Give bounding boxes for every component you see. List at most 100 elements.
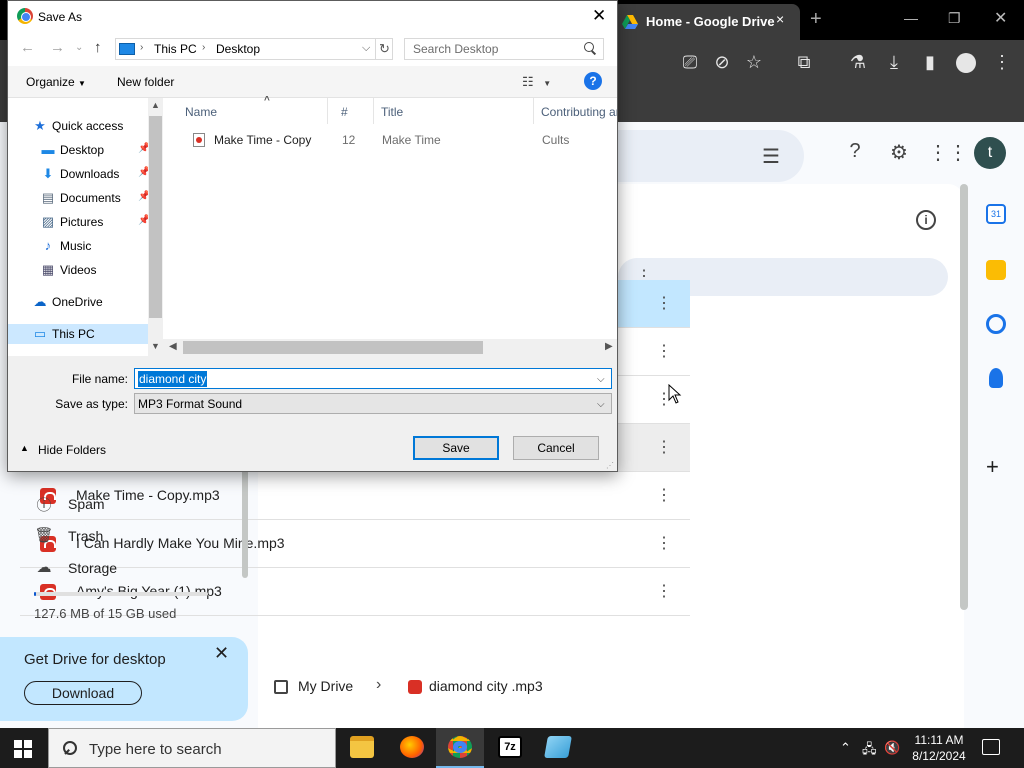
horizontal-scroll-thumb[interactable] [183, 341, 483, 354]
download-icon[interactable]: ⤓ [882, 50, 906, 74]
horizontal-scrollbar[interactable]: ◀ ▶ [163, 339, 617, 356]
scroll-up-icon[interactable]: ▲ [151, 100, 160, 110]
organize-button[interactable]: Organize ▼ [26, 75, 86, 89]
view-options-icon[interactable]: ☷ ▼ [522, 74, 551, 90]
scroll-left-icon[interactable]: ◀ [169, 341, 177, 352]
firefox-app[interactable] [388, 728, 436, 768]
more-actions-icon[interactable]: ⋮ [656, 437, 672, 457]
tree-item-music[interactable]: ♪ Music [40, 236, 148, 256]
more-actions-icon[interactable]: ⋮ [656, 293, 672, 313]
tune-icon[interactable]: ☰ [762, 144, 780, 169]
forward-arrow-icon[interactable]: → [50, 39, 65, 56]
nav-scrollbar[interactable] [242, 462, 248, 578]
add-addon-icon[interactable]: + [986, 454, 999, 480]
7zip-app[interactable]: 7z [486, 728, 534, 768]
tree-item-documents[interactable]: ▤ Documents 📌 [40, 188, 151, 208]
contacts-icon[interactable] [989, 368, 1003, 388]
tab-close-icon[interactable]: × [776, 11, 784, 27]
save-button[interactable]: Save [413, 436, 499, 460]
menu-dots-icon[interactable]: ⋮ [990, 50, 1014, 74]
chrome-app[interactable] [436, 728, 484, 768]
close-window-icon[interactable]: ✕ [994, 8, 1007, 28]
column-contributing-artists[interactable]: Contributing ar [534, 98, 617, 124]
file-explorer-app[interactable] [338, 728, 386, 768]
help-icon[interactable]: ? [584, 72, 602, 90]
scroll-down-icon[interactable]: ▼ [151, 341, 160, 351]
breadcrumb-my-drive[interactable]: My Drive [298, 678, 353, 694]
windows-start-icon[interactable] [14, 740, 32, 758]
nav-trash-label: Trash [68, 528, 104, 544]
network-icon[interactable]: 🖧 [862, 740, 877, 762]
more-actions-icon[interactable]: ⋮ [656, 341, 672, 361]
refresh-icon[interactable]: ↻ [375, 39, 393, 59]
address-this-pc[interactable]: This PC [154, 42, 197, 56]
column-number[interactable]: # [334, 98, 374, 124]
notifications-icon[interactable] [982, 739, 1000, 755]
up-arrow-icon[interactable]: ↑ [94, 39, 102, 56]
profile-icon[interactable] [956, 53, 976, 73]
restore-icon[interactable]: ❐ [948, 10, 961, 27]
more-actions-icon[interactable]: ⋮ [656, 581, 672, 601]
keep-icon[interactable] [986, 260, 1006, 280]
tree-item-videos[interactable]: ▦ Videos [40, 260, 148, 280]
new-tab-button[interactable]: + [810, 8, 822, 31]
chevron-up-icon[interactable]: ⌃ [840, 740, 851, 756]
scroll-right-icon[interactable]: ▶ [605, 341, 613, 352]
chevron-right-icon[interactable]: › [140, 42, 143, 53]
info-icon[interactable]: i [916, 210, 936, 230]
settings-gear-icon[interactable]: ⚙ [886, 140, 912, 166]
column-title[interactable]: Title [374, 98, 534, 124]
taskbar-search[interactable]: Type here to search [48, 728, 336, 768]
address-bar[interactable]: › This PC › Desktop ⌵ ↻ [115, 38, 393, 60]
tree-item-desktop[interactable]: ▬ Desktop 📌 [40, 140, 151, 160]
chevron-down-icon[interactable]: ⌵ [597, 399, 605, 410]
cast-icon[interactable]: ⎚ [678, 50, 702, 74]
back-arrow-icon[interactable]: ← [20, 39, 35, 56]
tree-item-downloads[interactable]: ⬇ Downloads 📌 [40, 164, 151, 184]
tree-item-onedrive[interactable]: ☁ OneDrive [32, 292, 148, 312]
file-list-scrollbar[interactable] [960, 184, 968, 610]
labs-flask-icon[interactable]: ⚗ [846, 50, 870, 74]
taskbar-clock[interactable]: 11:11 AM 8/12/2024 [906, 732, 972, 764]
user-avatar[interactable]: t [974, 137, 1006, 169]
tree-item-quick-access[interactable]: ★ Quick access [32, 116, 148, 136]
breadcrumb-file[interactable]: diamond city .mp3 [429, 678, 543, 694]
cancel-button[interactable]: Cancel [513, 436, 599, 460]
recent-dropdown-icon[interactable]: ⌄ [75, 42, 83, 53]
file-name-input[interactable]: diamond city ⌵ [134, 368, 612, 389]
file-row[interactable]: Make Time - Copy.mp3 ⋮ [20, 472, 690, 520]
volume-muted-icon[interactable]: 🔇 [884, 740, 900, 756]
notepad-app[interactable] [534, 728, 582, 768]
close-icon[interactable]: ✕ [214, 643, 229, 664]
new-folder-button[interactable]: New folder [117, 75, 174, 89]
save-as-type-value: MP3 Format Sound [138, 397, 243, 411]
bookmark-star-icon[interactable]: ☆ [742, 50, 766, 74]
chevron-right-icon[interactable]: › [202, 42, 205, 53]
chevron-down-icon[interactable]: ⌵ [597, 374, 605, 385]
column-name[interactable]: Name ^ [178, 95, 328, 124]
tree-item-this-pc[interactable]: ▭ This PC [8, 324, 148, 344]
dialog-close-icon[interactable]: ✕ [592, 6, 606, 26]
scroll-thumb[interactable] [149, 116, 162, 318]
address-desktop[interactable]: Desktop [216, 42, 260, 56]
help-icon[interactable]: ? [842, 140, 868, 166]
resize-grip-icon[interactable]: ⋰ [606, 461, 616, 471]
save-as-type-select[interactable]: MP3 Format Sound ⌵ [134, 393, 612, 414]
more-actions-icon[interactable]: ⋮ [656, 485, 672, 505]
file-row[interactable]: Make Time - Copy 12 Make Time Cults [163, 130, 617, 150]
download-button[interactable]: Download [24, 681, 142, 705]
calendar-icon[interactable]: 31 [986, 204, 1006, 224]
eye-off-icon[interactable]: ⊘ [710, 50, 734, 74]
minimize-icon[interactable]: — [904, 10, 918, 26]
tasks-icon[interactable] [986, 314, 1006, 334]
chevron-down-icon[interactable]: ⌵ [362, 42, 370, 55]
side-panel-icon[interactable]: ▮ [918, 50, 942, 74]
more-actions-icon[interactable]: ⋮ [656, 533, 672, 553]
tab-google-drive[interactable]: Home - Google Drive × [612, 4, 800, 40]
apps-grid-icon[interactable]: ⋮⋮ [928, 140, 968, 166]
tree-item-pictures[interactable]: ▨ Pictures 📌 [40, 212, 151, 232]
file-row[interactable]: I Can Hardly Make You Mine.mp3 ⋮ [20, 520, 690, 568]
navigation-pane-scrollbar[interactable]: ▲ ▼ [148, 98, 163, 356]
search-desktop-input[interactable] [404, 38, 604, 60]
extensions-icon[interactable]: ⧉ [792, 50, 816, 74]
